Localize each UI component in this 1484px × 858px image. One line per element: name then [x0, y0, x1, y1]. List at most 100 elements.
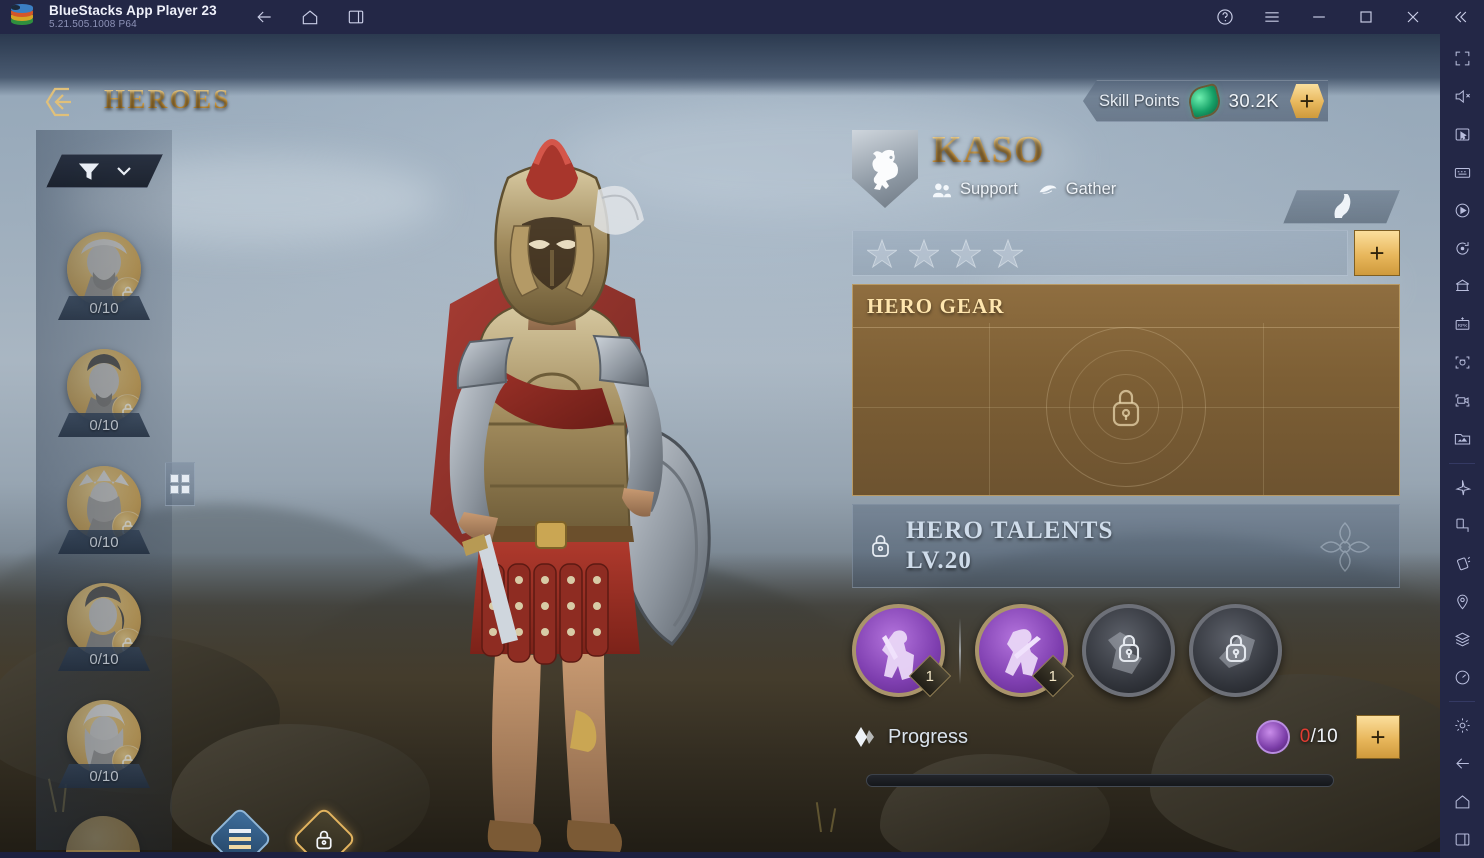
lock-icon — [1106, 385, 1146, 429]
skill-points-value: 30.2K — [1228, 90, 1279, 111]
hero-progress-total: /10 — [1310, 726, 1338, 747]
gear-grid-line — [1263, 323, 1264, 495]
hero-skill[interactable] — [1082, 604, 1175, 697]
chevron-down-icon — [116, 165, 132, 177]
talents-line-2: LV.20 — [906, 547, 972, 574]
app-name: BlueStacks App Player 23 — [49, 2, 217, 18]
back-arrow-icon[interactable] — [42, 82, 84, 122]
horse-icon — [1329, 194, 1355, 220]
close-icon[interactable] — [1402, 6, 1424, 28]
hero-tag-label: Gather — [1065, 180, 1117, 198]
hero-progress-row: Progress 0/10 + — [852, 715, 1400, 759]
titlebar-nav — [253, 6, 367, 28]
bluestacks-window: BlueStacks App Player 23 5.21.505.1008 P… — [0, 0, 1484, 858]
svg-text:RPK: RPK — [1457, 323, 1468, 329]
bluestacks-sidebar: RPK — [1440, 34, 1484, 858]
game-viewport: HEROES Skill Points 30.2K + 0/10 — [0, 34, 1440, 852]
performance-icon[interactable] — [1442, 659, 1482, 696]
talents-line-1: HERO TALENTS — [906, 517, 1114, 544]
home-icon[interactable] — [1442, 783, 1482, 820]
recents-icon[interactable] — [1442, 821, 1482, 858]
home-icon[interactable] — [299, 6, 321, 28]
hero-progress-bar — [866, 774, 1334, 787]
lock-icon — [1114, 632, 1144, 670]
add-hero-progress-button[interactable]: + — [1356, 715, 1400, 759]
window-controls — [1214, 6, 1484, 28]
location-icon[interactable] — [1442, 583, 1482, 620]
gear-grid-line — [989, 323, 990, 495]
record-icon[interactable] — [1442, 382, 1482, 419]
mute-icon[interactable] — [1442, 78, 1482, 115]
hero-tags: Support Gather — [932, 180, 1116, 199]
filter-icon — [78, 161, 100, 181]
grid-toggle-icon[interactable] — [165, 462, 195, 506]
hero-skill[interactable]: 1 — [975, 604, 1075, 698]
hero-tag-label: Support — [960, 180, 1018, 198]
hero-progress-section: Progress 0/10 + — [852, 715, 1400, 787]
maximize-icon[interactable] — [1355, 6, 1377, 28]
help-icon[interactable] — [1214, 6, 1236, 28]
back-icon[interactable] — [1442, 745, 1482, 782]
hero-list-panel — [36, 130, 172, 850]
skill-level: 1 — [1048, 667, 1058, 685]
media-folder-icon[interactable] — [1442, 420, 1482, 457]
titlebar: BlueStacks App Player 23 5.21.505.1008 P… — [0, 0, 1484, 34]
multi-instance-sync-icon[interactable] — [1442, 268, 1482, 305]
add-star-button[interactable]: + — [1354, 230, 1400, 276]
macro-play-icon[interactable] — [1442, 192, 1482, 229]
cursor-icon[interactable] — [1442, 116, 1482, 153]
airplane-icon[interactable] — [1442, 468, 1482, 505]
lion-crest-icon — [852, 130, 918, 208]
hero-stars[interactable] — [852, 230, 1348, 276]
skill-points-label: Skill Points — [1098, 91, 1180, 110]
screenshot-icon[interactable] — [1442, 344, 1482, 381]
hero-tag: Gather — [1038, 180, 1116, 199]
hero-identity: KASO Support Gather — [852, 130, 1400, 208]
lock-icon — [1221, 632, 1251, 670]
divider — [1449, 462, 1475, 464]
emerald-gem-icon — [1187, 84, 1221, 118]
hero-skill[interactable]: 1 — [852, 604, 952, 698]
skill-level: 1 — [925, 667, 935, 685]
star-icon — [867, 238, 897, 268]
rotate-screen-icon[interactable] — [1442, 507, 1482, 544]
hero-detail-panel: KASO Support Gather + HERO GEAR HERO TAL… — [852, 130, 1400, 787]
hero-progress-count: 0/10 — [1300, 726, 1338, 748]
bluestacks-logo-icon — [8, 4, 36, 30]
back-icon[interactable] — [253, 6, 275, 28]
collapse-icon[interactable] — [1449, 6, 1471, 28]
shake-icon[interactable] — [1442, 545, 1482, 582]
divider — [1449, 700, 1475, 702]
hero-talents-panel[interactable]: HERO TALENTS LV.20 — [852, 504, 1400, 588]
app-version: 5.21.505.1008 P64 — [49, 18, 137, 30]
list-icon — [229, 829, 251, 849]
page-title: HEROES — [104, 84, 231, 114]
hero-skill[interactable] — [1189, 604, 1282, 697]
hero-tag: Support — [932, 180, 1018, 199]
hero-progress-current: 0 — [1299, 726, 1311, 747]
hero-progress-label: Progress — [888, 725, 969, 748]
minimize-icon[interactable] — [1308, 6, 1330, 28]
rotate-icon[interactable] — [1442, 230, 1482, 267]
mount-button[interactable] — [1283, 190, 1400, 224]
hero-gear-panel[interactable]: HERO GEAR — [852, 284, 1400, 496]
multi-instance-icon[interactable] — [345, 6, 367, 28]
layers-icon[interactable] — [1442, 621, 1482, 658]
support-icon — [932, 183, 952, 197]
star-icon — [993, 238, 1023, 268]
lock-icon — [316, 830, 332, 849]
settings-icon[interactable] — [1442, 707, 1482, 744]
menu-icon[interactable] — [1261, 6, 1283, 28]
skill-divider — [959, 617, 961, 684]
hero-filter-button[interactable] — [46, 154, 163, 188]
shard-icon — [852, 724, 878, 750]
hero-skills-row: 1 1 — [852, 604, 1400, 698]
add-skill-points-button[interactable]: + — [1290, 84, 1324, 118]
hero-gear-title: HERO GEAR — [853, 285, 1399, 328]
star-icon — [909, 238, 939, 268]
app-title-block: BlueStacks App Player 23 5.21.505.1008 P… — [49, 2, 217, 31]
rpk-icon[interactable]: RPK — [1442, 306, 1482, 343]
gather-icon — [1039, 184, 1057, 194]
keyboard-icon[interactable] — [1442, 154, 1482, 191]
fullscreen-icon[interactable] — [1442, 40, 1482, 77]
